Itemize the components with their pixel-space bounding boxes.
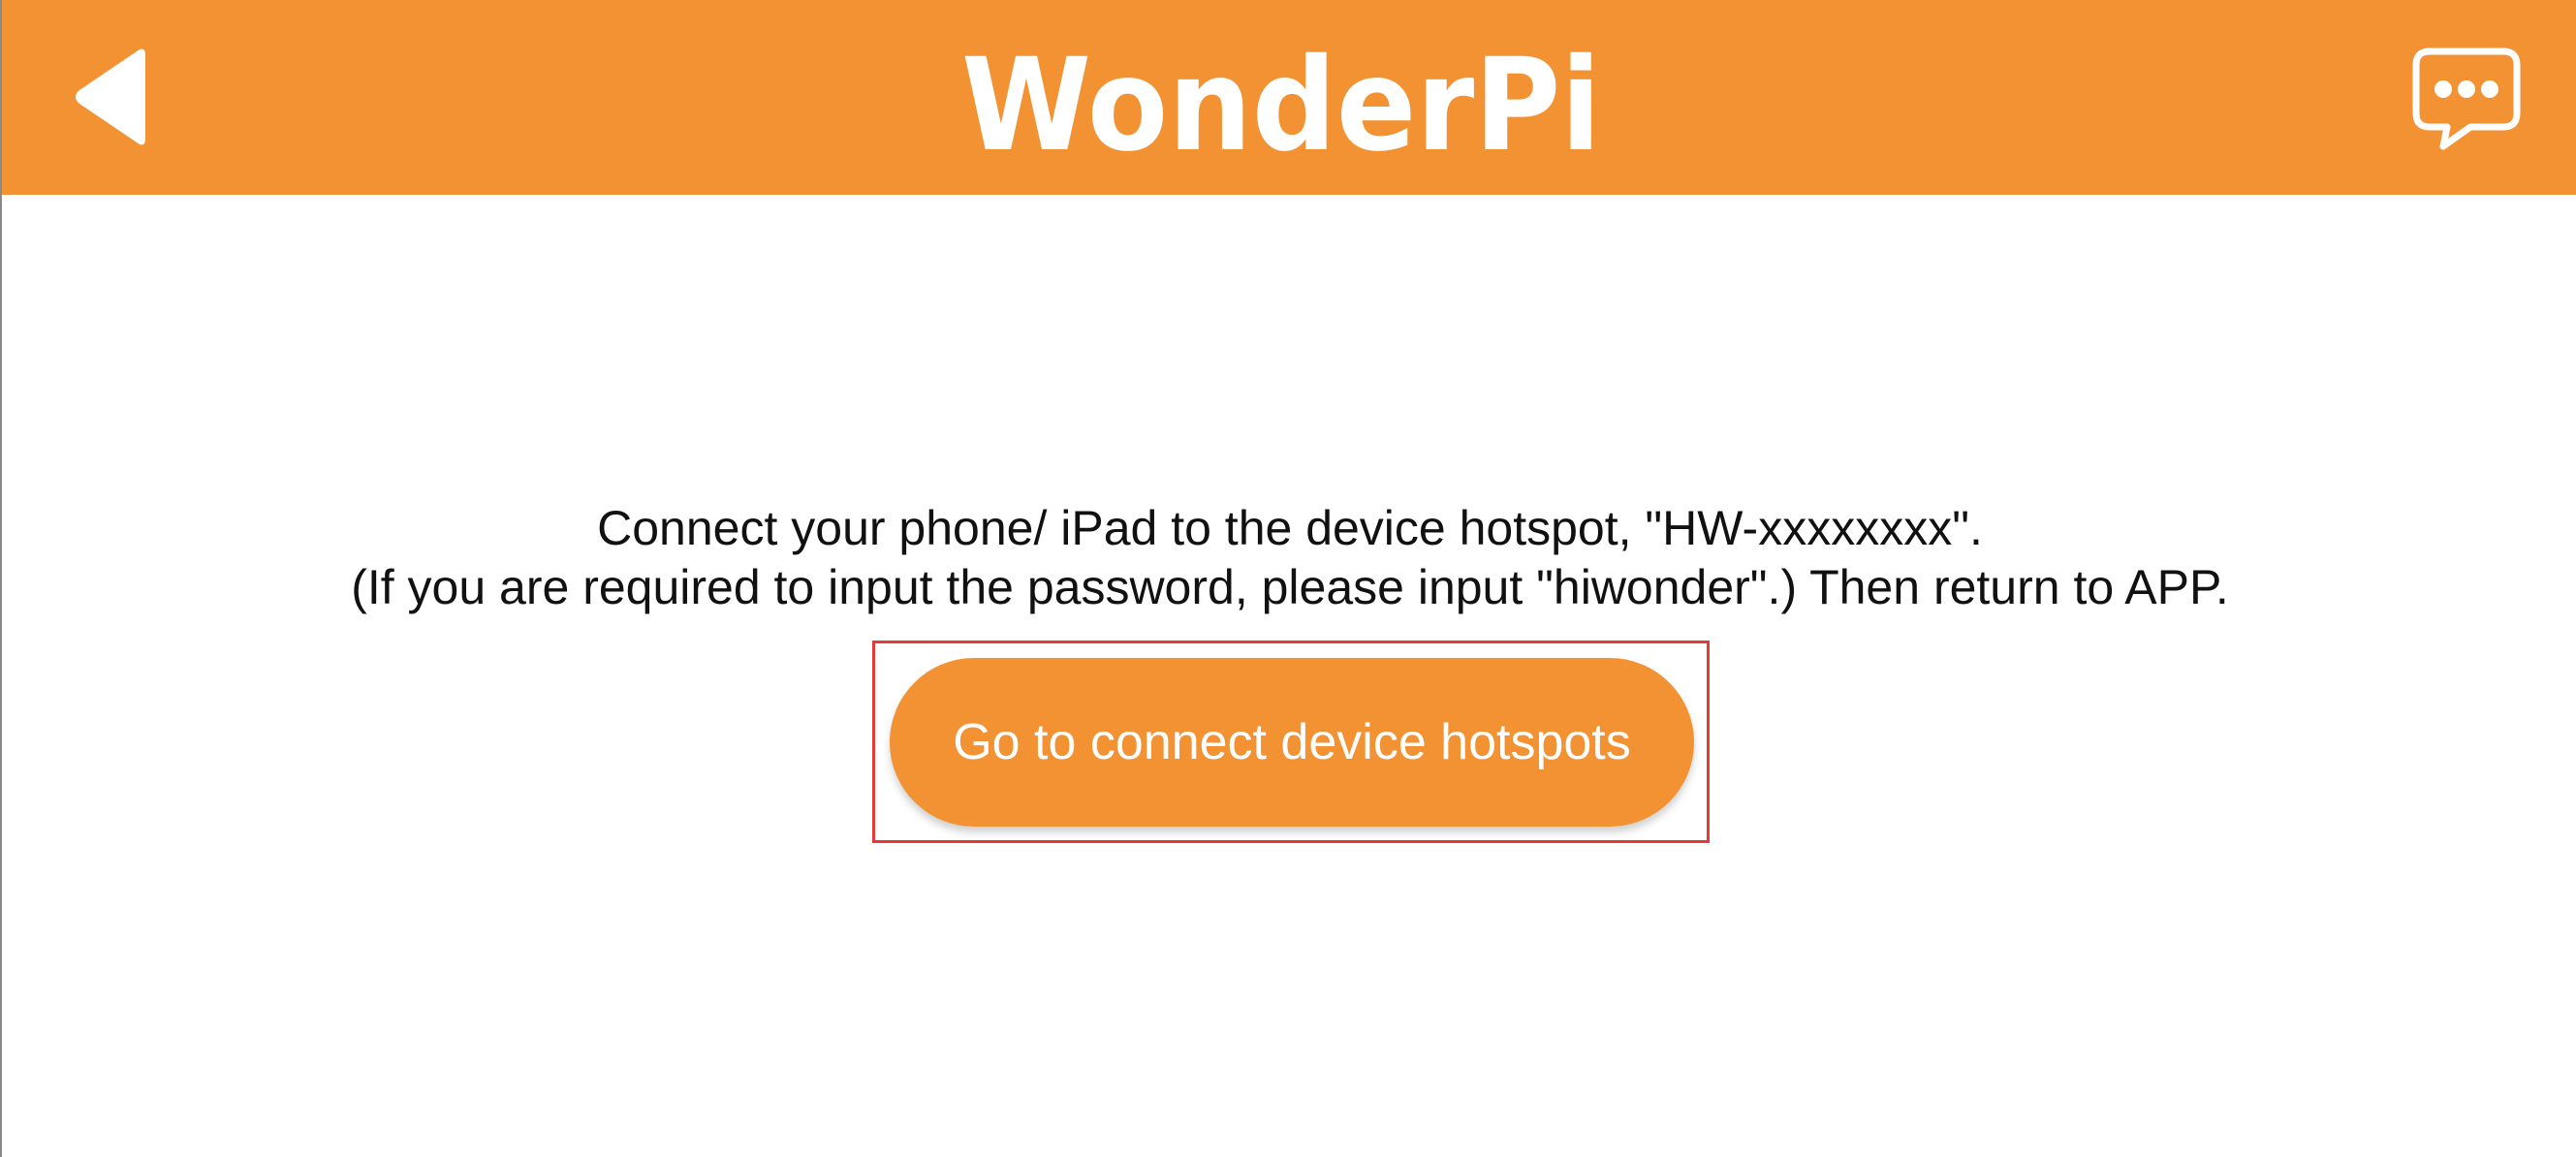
- instruction-line-2: (If you are required to input the passwo…: [351, 560, 2229, 614]
- wonderpi-logo: WonderPi: [961, 35, 1620, 161]
- hotspot-instructions: Connect your phone/ iPad to the device h…: [2, 499, 2576, 617]
- top-bar: WonderPi: [2, 0, 2576, 195]
- chat-button[interactable]: [2403, 39, 2529, 160]
- back-button[interactable]: [60, 39, 157, 155]
- instruction-line-1: Connect your phone/ iPad to the device h…: [597, 501, 1983, 555]
- connect-hotspot-button[interactable]: Go to connect device hotspots: [890, 658, 1694, 827]
- app-screen: WonderPi Connect your phone/ iPad to the…: [0, 0, 2576, 1157]
- chat-bubble-icon: [2412, 47, 2521, 149]
- back-triangle-icon: [76, 48, 145, 145]
- logo-wordmark: WonderPi: [961, 35, 1601, 161]
